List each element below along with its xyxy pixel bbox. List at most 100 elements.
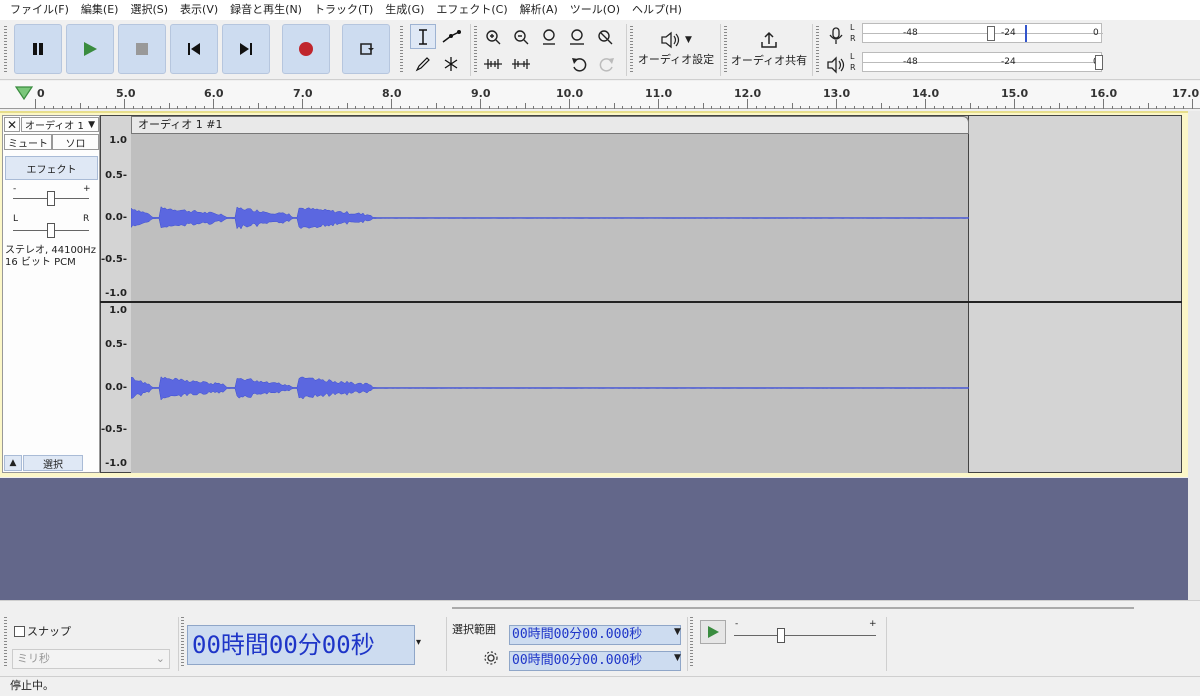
menu-tools[interactable]: ツール(O) [564,0,626,20]
zoom-in-button[interactable] [480,24,506,49]
solo-button[interactable]: ソロ [52,134,99,150]
record-meter[interactable]: -48 -24 0 [862,23,1103,43]
playback-speed-slider[interactable] [777,628,785,643]
menu-transport[interactable]: 録音と再生(N) [224,0,308,20]
silence-audio-button[interactable] [508,51,534,76]
snap-unit-select[interactable]: ミリ秒 ⌄ [12,649,170,669]
audio-setup-button[interactable]: ▼ オーディオ設定 [636,22,716,76]
skip-to-end-button[interactable] [222,24,270,74]
toolbar-grip[interactable] [630,26,633,74]
track-format-info: ステレオ, 44100Hz 16 ビット PCM [5,245,96,269]
selection-end-time[interactable]: 00時間00分00.000秒 [509,651,681,671]
stop-icon [136,43,148,55]
y-axis-label: -0.5- [100,424,127,435]
toolbar-grip[interactable] [474,26,477,74]
snap-checkbox[interactable]: スナップ [14,623,71,639]
menu-help[interactable]: ヘルプ(H) [626,0,688,20]
skip-to-start-button[interactable] [170,24,218,74]
playback-meter-slider[interactable] [1095,55,1103,70]
toolbar-grip[interactable] [181,617,184,667]
chevron-down-icon[interactable]: ▼ [674,653,681,663]
speaker-icon[interactable] [826,56,846,74]
zoom-in-icon [486,29,501,44]
fit-project-button[interactable] [564,24,590,49]
record-meter-slider[interactable] [987,26,995,41]
timeline-ruler[interactable]: 0 5.0 6.0 7.0 8.0 9.0 10.0 11.0 12.0 13.… [0,81,1200,109]
snap-unit-value: ミリ秒 [17,652,50,665]
time-format-dropdown[interactable]: ▾ [416,637,421,648]
gain-slider[interactable] [47,191,55,206]
zoom-out-icon [514,29,529,44]
pan-left-label: L [13,214,19,224]
checkbox-box[interactable] [14,625,25,637]
share-audio-label: オーディオ共有 [730,54,808,67]
audio-clip[interactable] [131,116,969,473]
menu-file[interactable]: ファイル(F) [4,0,75,20]
menu-analyze[interactable]: 解析(A) [514,0,564,20]
zoom-out-button[interactable] [508,24,534,49]
play-button[interactable] [66,24,114,74]
close-track-button[interactable]: ✕ [4,117,20,132]
vertical-scrollbar[interactable] [1188,111,1200,600]
zoom-toggle-button[interactable] [592,24,618,49]
toolbar-grip[interactable] [4,617,7,667]
menu-edit[interactable]: 編集(E) [75,0,125,20]
time-display[interactable]: 00時間00分00秒 [187,625,415,665]
waveform-left-channel[interactable] [131,200,969,236]
playback-meter[interactable]: -48 -24 0 [862,52,1103,72]
pause-icon [33,43,43,55]
toolbar-grip[interactable] [400,26,403,74]
loop-button[interactable] [342,24,390,74]
draw-tool-button[interactable] [410,51,436,76]
select-track-button[interactable]: 選択 [23,455,83,471]
play-at-speed-button[interactable] [700,620,726,644]
meter-label: -24 [1001,28,1016,38]
empty-track-space[interactable] [0,478,1200,600]
redo-button[interactable] [594,51,620,76]
microphone-icon[interactable] [826,27,846,45]
track-format-line1: ステレオ, 44100Hz [5,245,96,256]
fit-selection-button[interactable] [536,24,562,49]
envelope-tool-button[interactable] [438,24,464,49]
channel-divider [100,301,1182,303]
menu-effect[interactable]: エフェクト(C) [430,0,513,20]
mute-button[interactable]: ミュート [4,134,52,150]
trim-audio-button[interactable] [480,51,506,76]
effects-button[interactable]: エフェクト [5,156,98,180]
stop-button[interactable] [118,24,166,74]
clip-header[interactable]: オーディオ 1 #1 [131,116,969,134]
undo-button[interactable] [566,51,592,76]
menu-select[interactable]: 選択(S) [124,0,174,20]
chevron-down-icon[interactable]: ▼ [674,627,681,637]
multi-tool-button[interactable] [438,51,464,76]
toolbar-grip[interactable] [4,26,7,74]
status-bar: 停止中。 [0,676,1200,696]
meter-label: -48 [903,28,918,38]
zoom-selection-icon [543,28,555,45]
undo-icon [572,57,587,72]
gain-max-label: + [83,184,91,194]
track-menu-button[interactable]: オーディオ 1 ▼ [21,117,99,132]
toolbar-grip[interactable] [690,617,693,667]
pause-button[interactable] [14,24,62,74]
toolbar-grip[interactable] [724,26,727,74]
waveform-right-channel[interactable] [131,370,969,406]
toolbar-grip[interactable] [816,26,819,74]
menu-view[interactable]: 表示(V) [174,0,224,20]
trim-icon [484,58,502,69]
menu-tracks[interactable]: トラック(T) [308,0,379,20]
silence-icon [512,58,530,69]
pan-slider[interactable] [47,223,55,238]
speaker-icon [661,31,680,49]
share-audio-button[interactable]: オーディオ共有 [730,22,808,76]
menu-generate[interactable]: 生成(G) [379,0,430,20]
gain-min-label: - [13,184,17,194]
collapse-track-button[interactable]: ▲ [4,455,22,471]
y-axis-label: 0.0- [105,212,127,223]
gear-icon[interactable] [483,650,499,666]
track-name: オーディオ 1 [25,121,84,132]
skip-start-icon [188,43,200,55]
record-button[interactable] [282,24,330,74]
selection-start-time[interactable]: 00時間00分00.000秒 [509,625,681,645]
selection-tool-button[interactable] [410,24,436,49]
